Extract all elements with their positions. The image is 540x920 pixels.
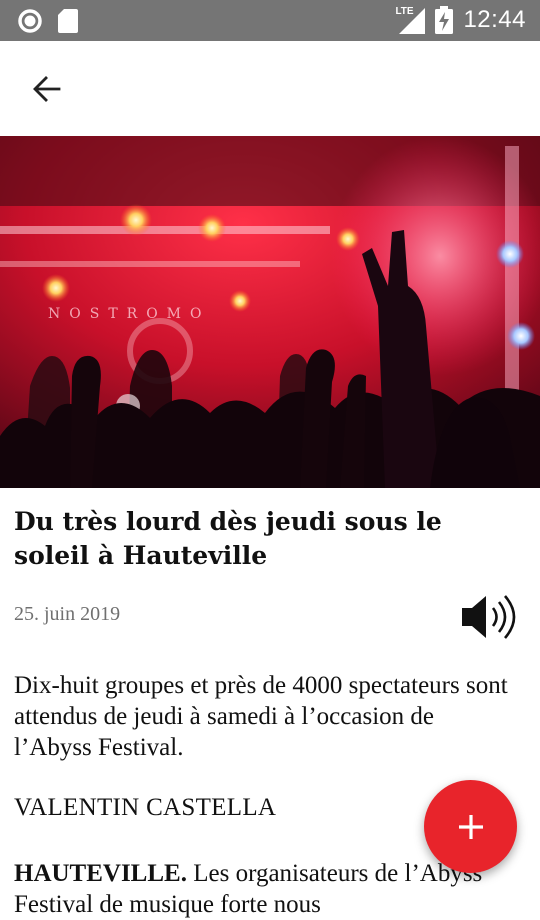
article-title: Du très lourd dès jeudi sous le soleil à… <box>14 507 442 570</box>
stage-banner-text: NOSTROMO <box>48 306 211 322</box>
signal-icon: LTE <box>395 6 426 34</box>
circle-notification-icon <box>18 9 42 33</box>
back-button[interactable] <box>22 67 72 111</box>
sd-card-icon <box>58 9 78 33</box>
arrow-left-icon <box>33 76 61 102</box>
concert-photo: NOSTROMO <box>0 136 540 488</box>
toolbar <box>0 41 540 136</box>
read-aloud-button[interactable] <box>459 591 521 643</box>
article-dateline: HAUTEVILLE. <box>14 860 187 887</box>
article-author: VALENTIN CASTELLA <box>14 794 277 821</box>
article-lead: Dix-huit groupes et près de 4000 spectat… <box>14 672 508 761</box>
speaker-icon <box>462 595 516 639</box>
add-fab-button[interactable] <box>424 780 517 873</box>
article-date: 25. juin 2019 <box>14 603 121 625</box>
battery-charging-icon <box>435 6 454 34</box>
status-bar: LTE 12:44 <box>0 0 540 41</box>
article-hero-image: NOSTROMO <box>0 136 540 488</box>
plus-icon <box>458 814 483 839</box>
status-time: 12:44 <box>463 6 526 33</box>
